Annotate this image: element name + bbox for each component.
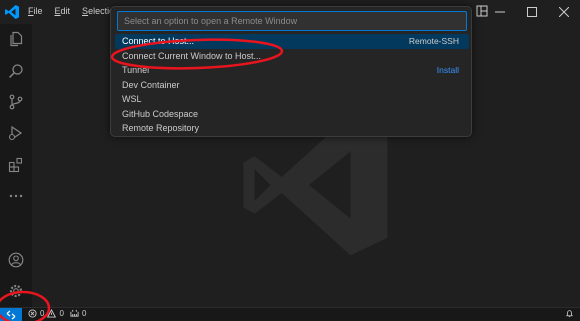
activity-more[interactable] — [0, 182, 32, 210]
notifications-status[interactable] — [565, 309, 574, 318]
warning-icon — [47, 309, 57, 318]
quick-pick-input[interactable] — [117, 11, 467, 31]
window-controls — [484, 0, 580, 24]
activity-search[interactable] — [0, 57, 32, 85]
source-control-icon — [9, 94, 23, 110]
maximize-button[interactable] — [516, 0, 548, 24]
ports-status[interactable]: 0 — [70, 309, 86, 318]
menu-file[interactable]: File — [28, 6, 43, 16]
menu-edit[interactable]: Edit — [55, 6, 71, 16]
option-label: Remote Repository — [122, 123, 200, 134]
activity-source-control[interactable] — [0, 88, 32, 116]
error-count: 0 — [40, 309, 45, 318]
minimize-icon — [495, 11, 505, 13]
activity-run-debug[interactable] — [0, 119, 32, 147]
option-wsl[interactable]: WSL — [115, 92, 469, 107]
activity-extensions[interactable] — [0, 151, 32, 179]
option-source-remote-ssh: Remote-SSH — [408, 36, 459, 47]
quick-pick-list: Connect to Host... Remote-SSH Connect Cu… — [115, 34, 469, 136]
account-icon — [8, 252, 24, 268]
ports-count: 0 — [82, 309, 87, 318]
close-button[interactable] — [548, 0, 580, 24]
remote-icon — [6, 310, 16, 320]
option-label: Connect to Host... — [122, 36, 195, 47]
option-label: Connect Current Window to Host... — [122, 50, 262, 61]
activity-manage[interactable] — [0, 277, 32, 305]
option-label: Tunnel — [122, 65, 150, 76]
explorer-icon — [10, 31, 23, 47]
vscode-logo-icon — [5, 5, 19, 19]
maximize-icon — [527, 7, 537, 17]
option-dev-container[interactable]: Dev Container — [115, 78, 469, 93]
option-label: WSL — [122, 94, 142, 105]
bell-icon — [566, 310, 573, 318]
search-icon — [8, 64, 23, 79]
more-icon — [9, 194, 23, 198]
activity-explorer[interactable] — [0, 25, 32, 53]
install-link[interactable]: Install — [437, 65, 459, 75]
option-github-codespace[interactable]: GitHub Codespace — [115, 107, 469, 122]
problems-status[interactable]: 0 0 — [28, 309, 64, 318]
error-icon — [28, 309, 37, 318]
close-icon — [559, 7, 569, 17]
activity-bar — [0, 24, 32, 307]
option-label: GitHub Codespace — [122, 108, 199, 119]
option-connect-current-window[interactable]: Connect Current Window to Host... — [115, 49, 469, 64]
activity-accounts[interactable] — [0, 246, 32, 274]
ports-icon — [70, 309, 79, 317]
extensions-icon — [8, 157, 23, 173]
option-label: Dev Container — [122, 79, 180, 90]
status-bar: 0 0 0 — [0, 307, 580, 321]
remote-window-quick-pick: Connect to Host... Remote-SSH Connect Cu… — [110, 6, 472, 137]
run-debug-icon — [8, 125, 23, 141]
option-tunnel[interactable]: Tunnel Install — [115, 63, 469, 78]
option-remote-repository[interactable]: Remote Repository — [115, 121, 469, 136]
remote-indicator-button[interactable] — [0, 308, 22, 321]
menu-bar: File Edit Selection — [28, 6, 119, 16]
warning-count: 0 — [59, 309, 64, 318]
settings-icon — [9, 284, 23, 298]
minimize-button[interactable] — [484, 0, 516, 24]
option-connect-to-host[interactable]: Connect to Host... Remote-SSH — [115, 34, 469, 49]
